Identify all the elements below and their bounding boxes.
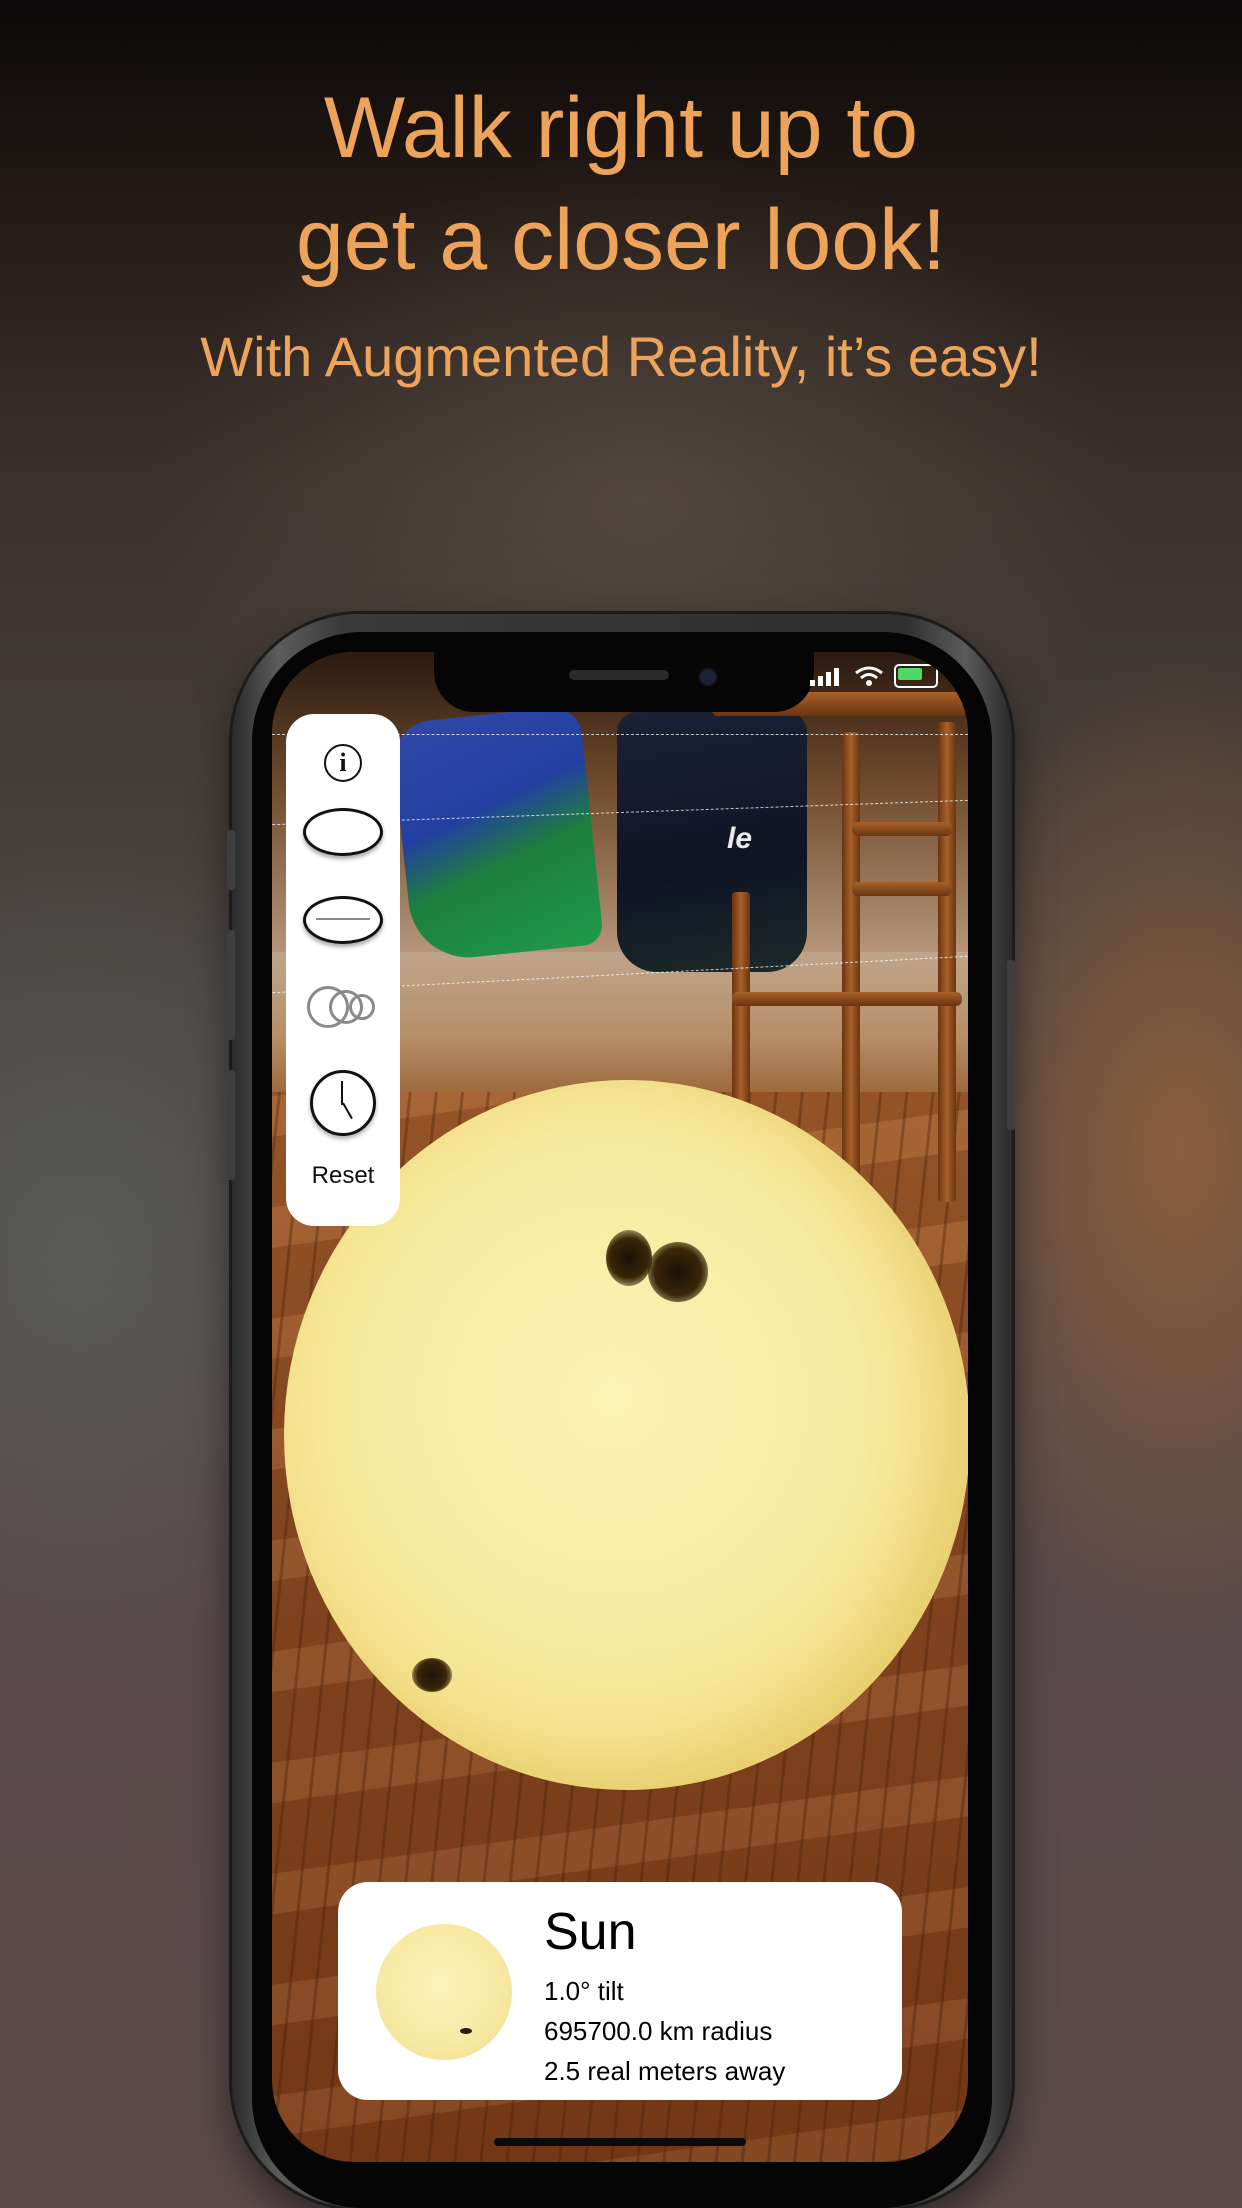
chair-leg	[732, 892, 750, 1132]
control-panel: i Reset	[286, 714, 400, 1226]
bag-blue-green	[389, 704, 605, 964]
home-indicator[interactable]	[494, 2138, 746, 2146]
orbit-toggle-button[interactable]	[286, 808, 400, 856]
sunspot	[460, 2028, 472, 2034]
rings-icon	[303, 980, 383, 1028]
chair-rung	[852, 822, 952, 836]
status-bar	[810, 664, 938, 688]
phone-side-button	[227, 830, 235, 890]
notch	[434, 652, 814, 712]
radius-value: 695700.0 km radius	[544, 2016, 773, 2046]
planet-rings-button[interactable]	[286, 980, 400, 1028]
info-button[interactable]: i	[286, 744, 400, 782]
chair-rung	[732, 992, 962, 1006]
headline-line-2: get a closer look!	[295, 192, 947, 288]
front-camera	[698, 667, 718, 687]
wifi-icon	[855, 666, 883, 686]
phone-power-button	[1007, 960, 1015, 1130]
info-icon: i	[324, 744, 362, 782]
body-title: Sun	[544, 1903, 637, 1961]
headline-line-1: Walk right up to	[323, 80, 919, 176]
sunspot	[648, 1242, 708, 1302]
tilt-value: 1.0° tilt	[544, 1976, 624, 2006]
distance-value: 2.5 real meters away	[544, 2056, 786, 2086]
ellipse-scale-arrow-icon	[303, 896, 383, 944]
chair-rung	[852, 882, 952, 896]
phone-volume-down-button	[227, 1070, 235, 1180]
chair-leg	[938, 722, 956, 1202]
signal-icon	[810, 666, 844, 686]
reset-button[interactable]: Reset	[286, 1162, 400, 1190]
ellipse-orbit-icon	[303, 808, 383, 856]
subheadline: With Augmented Reality, it’s easy!	[200, 325, 1042, 388]
headline: Walk right up to get a closer look!	[0, 72, 1242, 296]
phone-screen[interactable]: le i Reset Sun 1.0° tilt 695700.0 km rad…	[272, 652, 968, 2162]
time-speed-button[interactable]	[286, 1070, 400, 1136]
clock-icon	[310, 1070, 376, 1136]
speaker-grille	[569, 670, 669, 680]
sunspot	[606, 1230, 652, 1286]
sunspot	[412, 1658, 452, 1692]
scale-toggle-button[interactable]	[286, 896, 400, 944]
battery-icon	[894, 664, 938, 688]
chair-leg	[842, 732, 860, 1182]
info-card[interactable]: Sun 1.0° tilt 695700.0 km radius 2.5 rea…	[338, 1882, 902, 2100]
sun-thumbnail	[376, 1924, 512, 2060]
phone-volume-up-button	[227, 930, 235, 1040]
